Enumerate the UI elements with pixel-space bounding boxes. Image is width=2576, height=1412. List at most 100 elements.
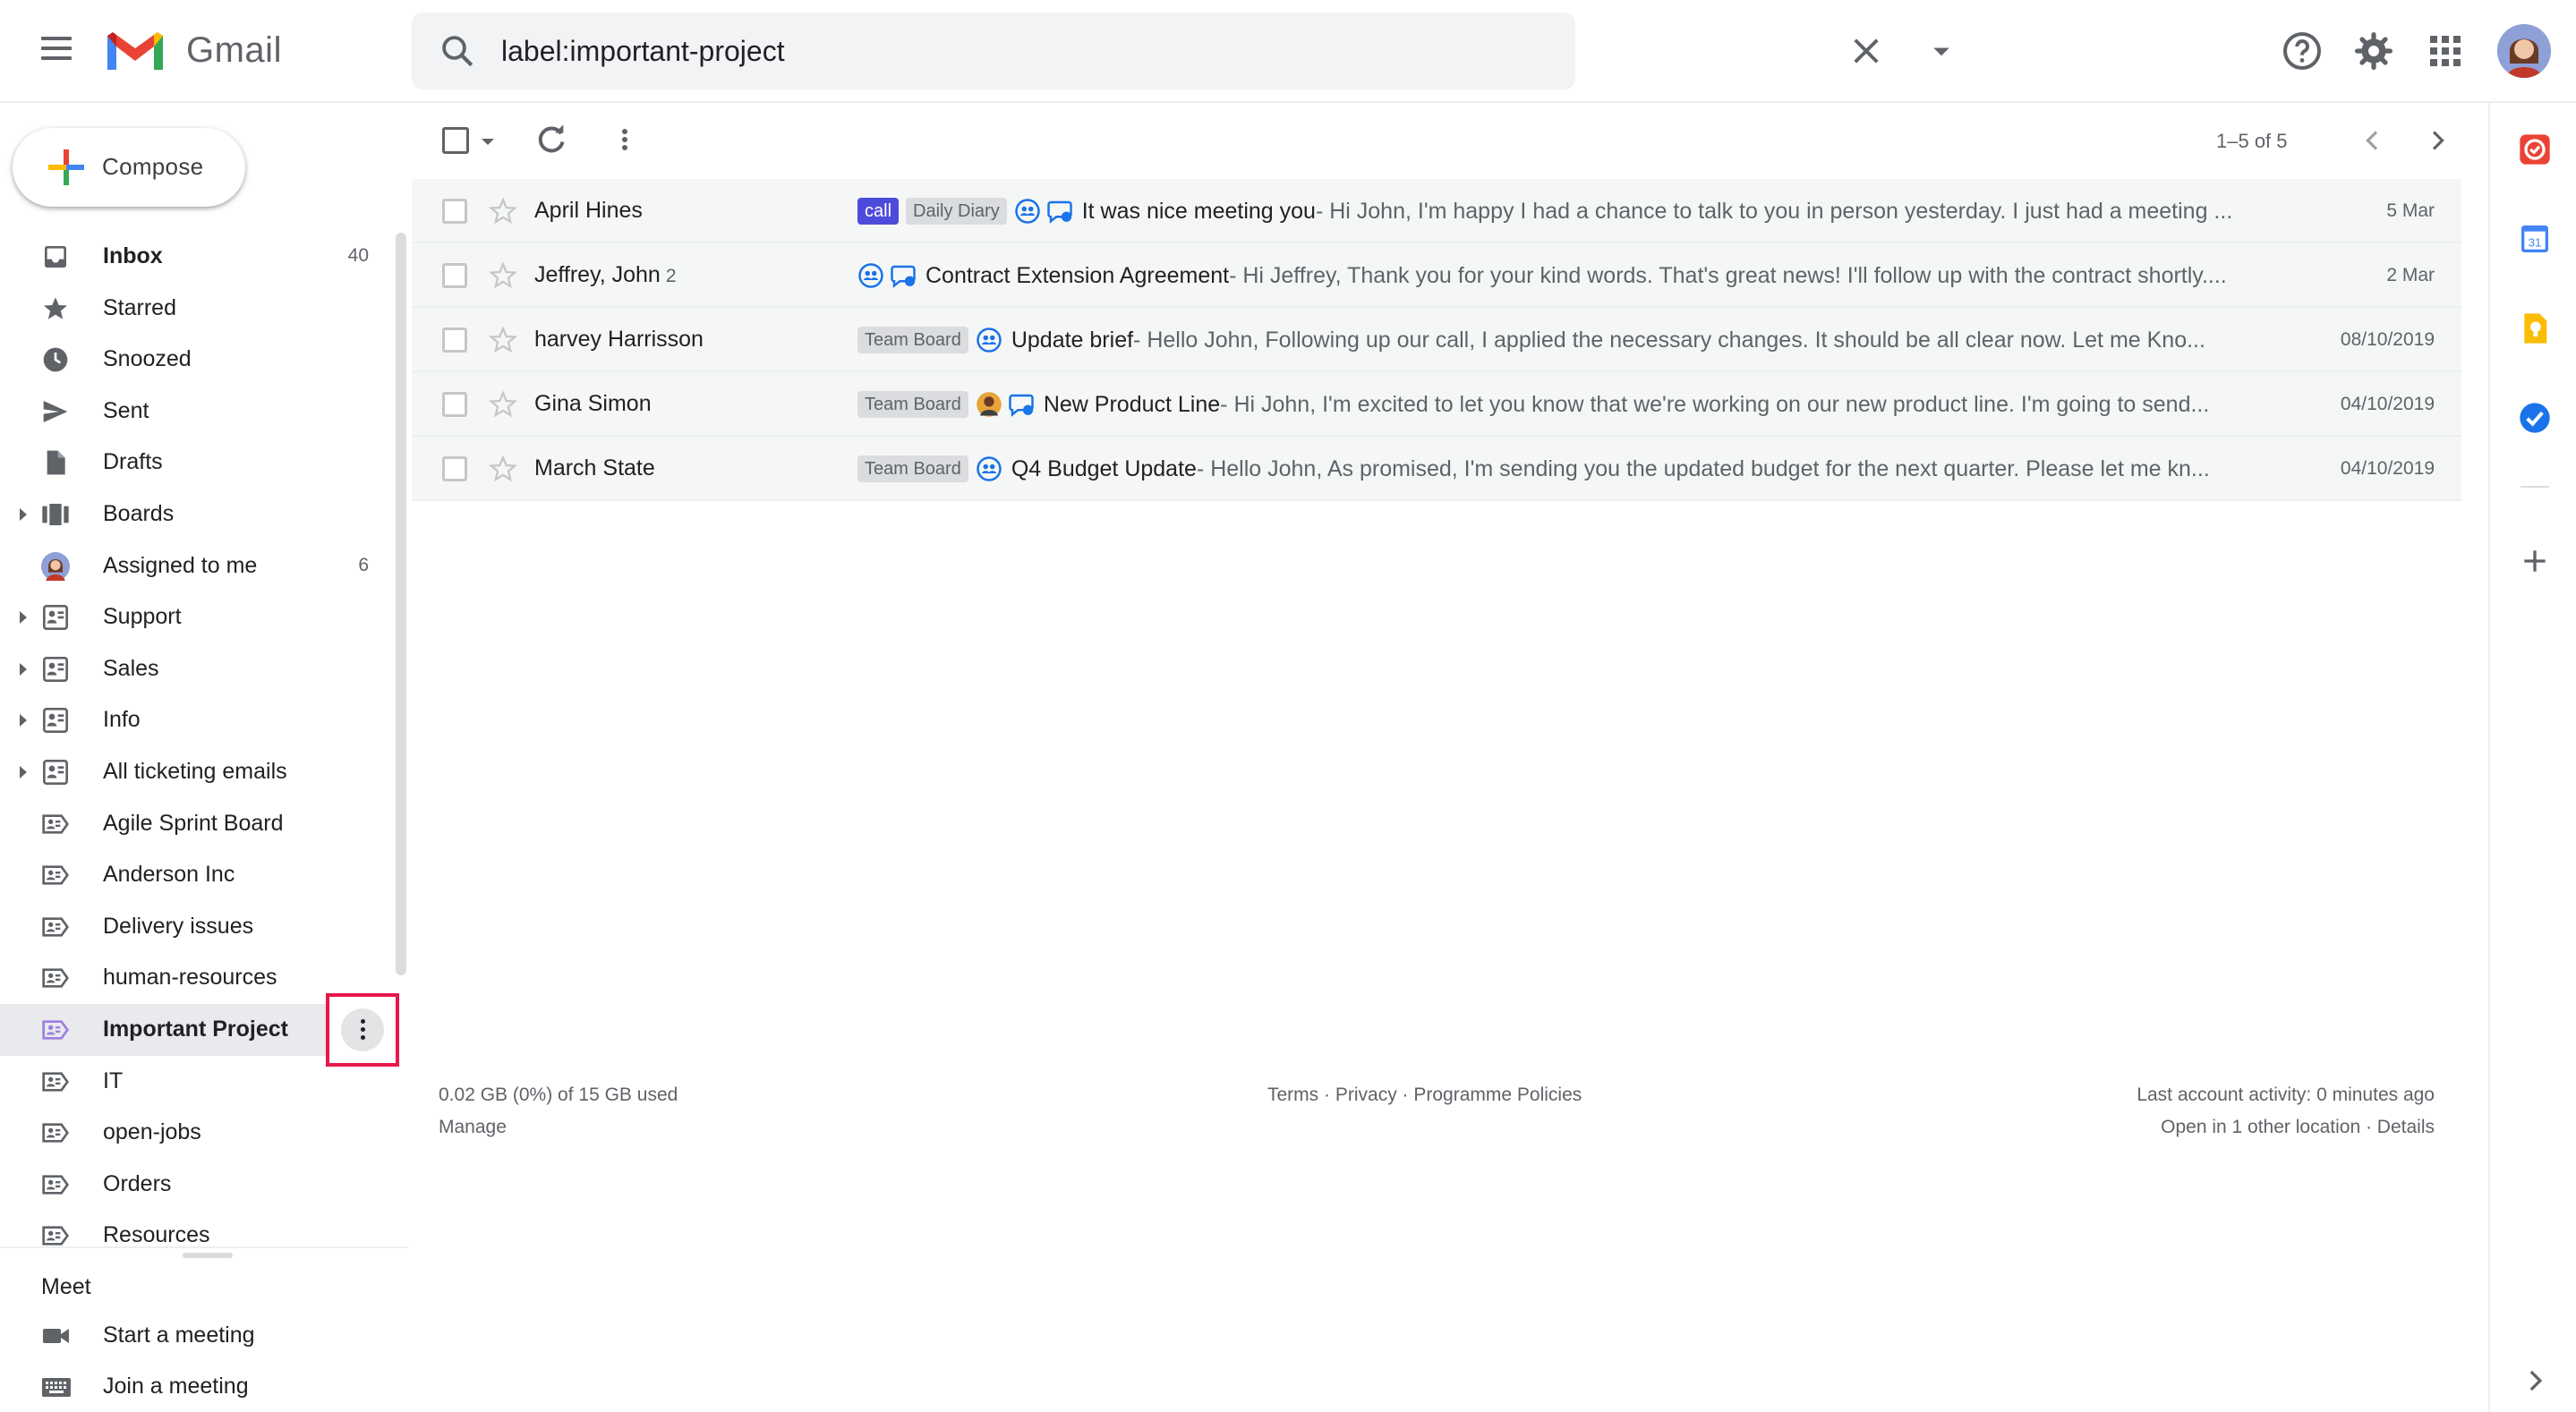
gmail-logo-icon[interactable]: [104, 29, 166, 73]
sidebar-item-label: Sent: [103, 397, 149, 423]
sidebar-item-agile-sprint-board[interactable]: Agile Sprint Board: [0, 798, 408, 850]
chevron-left-icon[interactable]: [2356, 123, 2390, 157]
shared-label-icon: [41, 758, 70, 787]
chat-icon: [890, 262, 917, 289]
compose-button[interactable]: Compose: [13, 128, 245, 207]
label-chip[interactable]: Team Board: [857, 391, 968, 418]
sidebar-item-label: IT: [103, 1068, 124, 1093]
email-snippet: - Hello John, Following up our call, I a…: [1133, 327, 2205, 353]
star-outline-icon[interactable]: [488, 389, 518, 420]
search-options-caret-icon[interactable]: [1923, 32, 1960, 70]
person-avatar-icon: [976, 391, 1002, 418]
expand-arrow-icon[interactable]: [20, 714, 27, 727]
email-select-checkbox[interactable]: [442, 263, 467, 288]
select-all-checkbox[interactable]: [442, 127, 469, 154]
email-row[interactable]: March State Team Board Q4 Budget Update - …: [412, 437, 2461, 501]
sender-name: April Hines: [534, 198, 643, 223]
list-toolbar: 1–5 of 5: [412, 106, 2461, 177]
programme-policies-link[interactable]: Programme Policies: [1413, 1085, 1582, 1105]
keep-notes-icon[interactable]: [2517, 310, 2553, 346]
expand-arrow-icon[interactable]: [20, 507, 27, 521]
sender-name: harvey Harrisson: [534, 327, 704, 352]
sidebar-item-snoozed[interactable]: Snoozed: [0, 334, 408, 386]
task-app-icon[interactable]: [2517, 132, 2553, 167]
sidebar-item-anderson-inc[interactable]: Anderson Inc: [0, 849, 408, 901]
start-meeting-label: Start a meeting: [103, 1323, 255, 1348]
label-chip[interactable]: Daily Diary: [906, 198, 1007, 225]
chevron-right-icon[interactable]: [2517, 1363, 2553, 1399]
main-menu-button[interactable]: [36, 30, 77, 72]
help-icon[interactable]: [2281, 30, 2324, 72]
sidebar-item-label: Info: [103, 707, 141, 733]
sidebar-item-all-ticketing-emails[interactable]: All ticketing emails: [0, 746, 408, 798]
board-label-icon: [41, 913, 70, 941]
manage-storage-link[interactable]: Manage: [439, 1117, 507, 1138]
details-link[interactable]: Details: [2377, 1117, 2435, 1137]
last-account-activity: Last account activity: 0 minutes ago: [2137, 1085, 2435, 1105]
team-icon: [857, 262, 884, 289]
sidebar-item-inbox[interactable]: Inbox 40: [0, 231, 408, 283]
select-options-caret-icon[interactable]: [482, 139, 494, 145]
sidebar-item-sent[interactable]: Sent: [0, 386, 408, 438]
label-chip[interactable]: Team Board: [857, 455, 968, 482]
email-snippet: - Hi John, I'm excited to let you know t…: [1220, 391, 2210, 417]
email-row[interactable]: Jeffrey, John 2 Contract Extension Agreeme…: [412, 243, 2461, 308]
email-select-checkbox[interactable]: [442, 199, 467, 224]
account-avatar[interactable]: [2497, 24, 2551, 78]
sidebar-item-open-jobs[interactable]: open-jobs: [0, 1107, 408, 1159]
expand-arrow-icon[interactable]: [20, 765, 27, 778]
search-icon[interactable]: [439, 32, 476, 70]
star-outline-icon[interactable]: [488, 325, 518, 355]
terms-link[interactable]: Terms: [1267, 1085, 1318, 1105]
plus-icon: [48, 149, 84, 185]
sidebar-item-boards[interactable]: Boards: [0, 489, 408, 540]
apps-grid-icon[interactable]: [2424, 30, 2467, 72]
other-location-text: Open in 1 other location: [2161, 1117, 2361, 1137]
settings-gear-icon[interactable]: [2352, 30, 2395, 72]
app-name[interactable]: Gmail: [186, 30, 282, 71]
email-subject: It was nice meeting you: [1081, 198, 1316, 224]
inbox-icon: [41, 242, 70, 271]
star-outline-icon[interactable]: [488, 260, 518, 291]
shared-label-icon: [41, 706, 70, 735]
sidebar-item-delivery-issues[interactable]: Delivery issues: [0, 901, 408, 953]
chevron-right-icon[interactable]: [2420, 123, 2454, 157]
sidebar-item-starred[interactable]: Starred: [0, 283, 408, 335]
sidebar-item-label: Anderson Inc: [103, 862, 235, 888]
email-row[interactable]: harvey Harrisson Team Board Update brief -…: [412, 308, 2461, 372]
calendar-icon[interactable]: 31: [2517, 221, 2553, 257]
email-row[interactable]: Gina Simon Team Board New Product Line - H…: [412, 372, 2461, 437]
add-addon-plus-icon[interactable]: [2517, 543, 2553, 579]
join-meeting-link[interactable]: Join a meeting: [0, 1363, 408, 1412]
sidebar-item-sales[interactable]: Sales: [0, 643, 408, 695]
expand-arrow-icon[interactable]: [20, 662, 27, 676]
sidebar-item-label: Support: [103, 604, 182, 630]
email-row[interactable]: April Hines call Daily Diary It was nice me…: [412, 179, 2461, 243]
search-input[interactable]: [501, 25, 1396, 77]
tasks-check-icon[interactable]: [2517, 400, 2553, 436]
label-chip[interactable]: call: [857, 198, 900, 225]
sidebar-item-support[interactable]: Support: [0, 591, 408, 643]
email-select-checkbox[interactable]: [442, 456, 467, 481]
label-chip[interactable]: Team Board: [857, 327, 968, 353]
more-actions-icon[interactable]: [607, 122, 643, 157]
side-panel-divider: [2521, 486, 2549, 488]
sidebar-resize-handle[interactable]: [183, 1253, 233, 1258]
label-options-button[interactable]: [326, 993, 399, 1067]
close-icon[interactable]: [1847, 32, 1885, 70]
star-outline-icon[interactable]: [488, 196, 518, 226]
privacy-link[interactable]: Privacy: [1335, 1085, 1397, 1105]
sidebar-item-info[interactable]: Info: [0, 694, 408, 746]
expand-arrow-icon[interactable]: [20, 611, 27, 625]
sidebar-item-label: Assigned to me: [103, 552, 258, 578]
start-meeting-link[interactable]: Start a meeting: [0, 1312, 408, 1362]
email-subject: Update brief: [1011, 327, 1134, 353]
sidebar-item-assigned-to-me[interactable]: Assigned to me 6: [0, 540, 408, 592]
email-select-checkbox[interactable]: [442, 392, 467, 417]
email-select-checkbox[interactable]: [442, 327, 467, 353]
refresh-icon[interactable]: [533, 122, 569, 157]
star-outline-icon[interactable]: [488, 454, 518, 484]
send-icon: [41, 397, 70, 426]
sidebar-item-drafts[interactable]: Drafts: [0, 437, 408, 489]
sidebar-item-orders[interactable]: Orders: [0, 1159, 408, 1211]
